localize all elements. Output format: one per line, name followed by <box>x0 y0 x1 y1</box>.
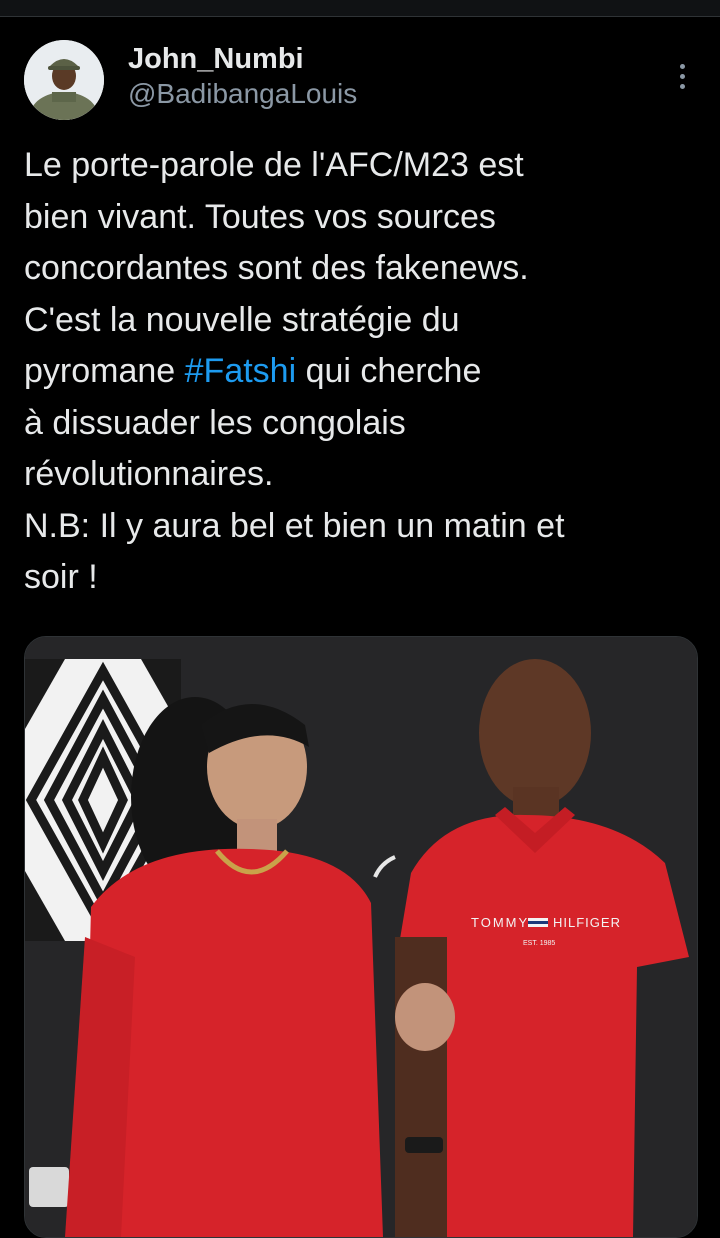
tweet-text: Le porte-parole de l'AFC/M23 est bien vi… <box>24 140 696 604</box>
shirt-est: EST. 1985 <box>523 940 555 947</box>
avatar[interactable] <box>24 40 104 120</box>
tweet-photo[interactable]: TOMMY HILFIGER EST. 1985 <box>24 636 698 1238</box>
shirt-logo-left: TOMMY <box>471 915 529 930</box>
tweet-line: C'est la nouvelle stratégie du <box>24 300 460 339</box>
avatar-image <box>24 40 104 120</box>
tweet-line: concordantes sont des fakenews. <box>24 249 529 287</box>
tweet-line: à dissuader les congolais <box>24 403 406 442</box>
more-vertical-icon <box>679 63 685 69</box>
author-names: John_Numbi @BadibangaLouis <box>128 42 357 112</box>
tweet-line: N.B: Il y aura bel et bien un matin et <box>24 506 565 545</box>
author-handle[interactable]: @BadibangaLouis <box>128 76 357 112</box>
display-name[interactable]: John_Numbi <box>128 42 357 76</box>
shirt-logo-right: HILFIGER <box>553 915 621 930</box>
tweet-line: soir ! <box>24 558 98 596</box>
hashtag-link[interactable]: #Fatshi <box>185 352 297 390</box>
photo-illustration: TOMMY HILFIGER EST. 1985 <box>25 637 697 1237</box>
more-options-button[interactable] <box>668 56 696 96</box>
tweet-line: révolutionnaires. <box>24 455 274 493</box>
tweet-line: pyromane #Fatshi qui cherche <box>24 352 482 390</box>
tweet-header: John_Numbi @BadibangaLouis <box>24 40 696 124</box>
top-divider <box>0 0 720 17</box>
tweet-line: Le porte-parole de l'AFC/M23 est <box>24 146 524 184</box>
more-vertical-icon <box>679 73 685 79</box>
tweet-line: bien vivant. Toutes vos sources <box>24 197 496 236</box>
more-vertical-icon <box>679 83 685 89</box>
